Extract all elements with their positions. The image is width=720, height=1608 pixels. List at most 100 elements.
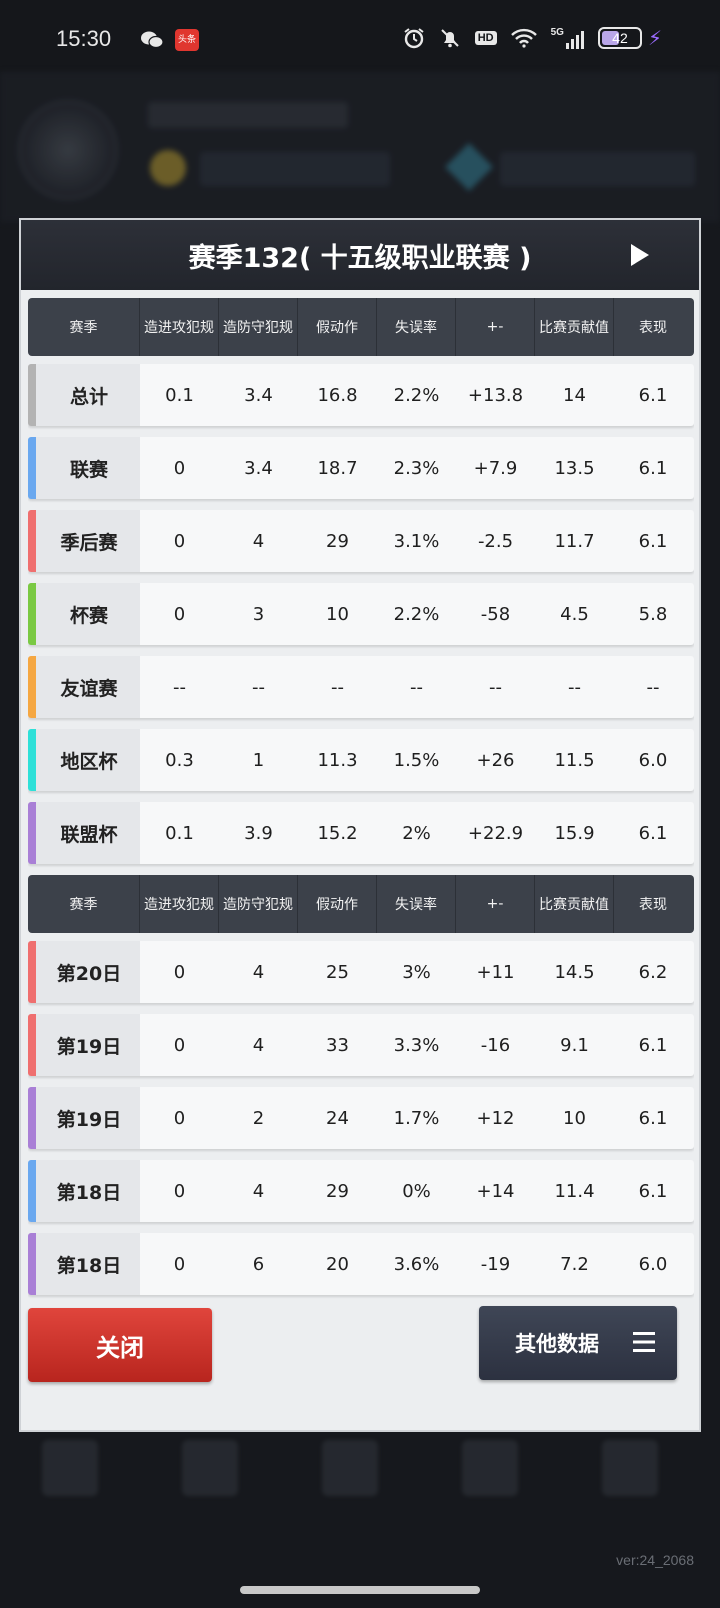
- dialog-title: 赛季132( 十五级职业联赛 ): [188, 243, 532, 274]
- table-cell: 0: [173, 1034, 186, 1056]
- table-cell: 15.9: [554, 822, 595, 844]
- table-cell: -2.5: [477, 530, 514, 552]
- table-row[interactable]: 地区杯 0.3 1 11.3 1.5% +26 11.5 6.0: [28, 729, 694, 791]
- row-accent-bar: [28, 583, 36, 645]
- table-row[interactable]: 第19日 0 2 24 1.7% +12 10 6.1: [28, 1087, 694, 1149]
- table-cell: --: [410, 676, 423, 698]
- row-label: 第19日: [28, 1014, 140, 1076]
- battery-icon: 42: [597, 27, 642, 49]
- table-cell: 0.1: [165, 384, 194, 406]
- game-header-row: 赛季 造进攻犯规 造防守犯规 假动作 失误率 +- 比赛贡献值 表现: [28, 875, 694, 933]
- table-cell: -19: [480, 1253, 511, 1275]
- table-cell: --: [173, 676, 186, 698]
- table-cell: 0: [173, 603, 186, 625]
- coin-icon: [150, 150, 186, 186]
- table-cell: -16: [480, 1034, 511, 1056]
- summary-header-row: 赛季 造进攻犯规 造防守犯规 假动作 失误率 +- 比赛贡献值 表现: [28, 298, 694, 356]
- column-header: 造防守犯规: [219, 298, 298, 356]
- column-header: 造进攻犯规: [140, 298, 219, 356]
- table-row[interactable]: 第18日 0 4 29 0% +14 11.4 6.1: [28, 1160, 694, 1222]
- table-cell: --: [331, 676, 344, 698]
- table-cell: 0: [173, 457, 186, 479]
- column-header: 比赛贡献值: [535, 298, 614, 356]
- table-cell: 6: [252, 1253, 265, 1275]
- table-cell: 6.1: [638, 457, 668, 479]
- dialog-title-bar: 赛季132( 十五级职业联赛 ): [21, 220, 699, 290]
- row-accent-bar: [28, 364, 36, 426]
- column-header: +-: [456, 298, 535, 356]
- table-cell: 16.8: [317, 384, 358, 406]
- home-indicator[interactable]: [240, 1586, 480, 1594]
- close-button[interactable]: 关闭: [28, 1308, 212, 1382]
- table-cell: 3.4: [244, 457, 273, 479]
- table-row[interactable]: 联盟杯 0.1 3.9 15.2 2% +22.9 15.9 6.1: [28, 802, 694, 864]
- signal-icon: 5G: [551, 27, 584, 49]
- other-data-button[interactable]: 其他数据: [479, 1306, 677, 1380]
- table-cell: 11.5: [554, 749, 595, 771]
- table-row[interactable]: 季后赛 0 4 29 3.1% -2.5 11.7 6.1: [28, 510, 694, 572]
- table-cell: 6.1: [638, 530, 668, 552]
- column-header: 造防守犯规: [219, 875, 298, 933]
- table-cell: 6.1: [638, 1180, 668, 1202]
- table-cell: 4: [252, 961, 265, 983]
- table-cell: 9.1: [560, 1034, 589, 1056]
- battery-level: 42: [612, 30, 628, 46]
- row-label: 第18日: [28, 1233, 140, 1295]
- table-cell: 3.9: [244, 822, 273, 844]
- table-cell: 0.1: [165, 822, 194, 844]
- row-accent-bar: [28, 1087, 36, 1149]
- table-cell: 15.2: [317, 822, 358, 844]
- table-cell: --: [489, 676, 502, 698]
- wifi-icon: [510, 28, 537, 48]
- column-header: 赛季: [28, 298, 140, 356]
- row-label: 联盟杯: [28, 802, 140, 864]
- table-cell: 7.2: [560, 1253, 589, 1275]
- table-row[interactable]: 联赛 0 3.4 18.7 2.3% +7.9 13.5 6.1: [28, 437, 694, 499]
- table-cell: 11.3: [317, 749, 358, 771]
- table-cell: +12: [476, 1107, 515, 1129]
- table-row[interactable]: 第18日 0 6 20 3.6% -19 7.2 6.0: [28, 1233, 694, 1295]
- table-cell: 4: [252, 530, 265, 552]
- table-row[interactable]: 杯赛 0 3 10 2.2% -58 4.5 5.8: [28, 583, 694, 645]
- table-cell: --: [568, 676, 581, 698]
- table-cell: 6.0: [638, 749, 668, 771]
- row-accent-bar: [28, 1014, 36, 1076]
- table-cell: 14.5: [554, 961, 595, 983]
- table-cell: 10: [563, 1107, 586, 1129]
- row-accent-bar: [28, 729, 36, 791]
- version-label: ver:24_2068: [616, 1552, 694, 1568]
- background-profile-header: [0, 72, 720, 222]
- coin-balance-box: [200, 152, 390, 186]
- table-cell: 2.2%: [393, 603, 440, 625]
- column-header: +-: [456, 875, 535, 933]
- table-cell: 2%: [402, 822, 431, 844]
- column-header: 赛季: [28, 875, 140, 933]
- table-cell: 14: [563, 384, 586, 406]
- table-row[interactable]: 友谊赛 -- -- -- -- -- -- --: [28, 656, 694, 718]
- table-cell: +26: [476, 749, 515, 771]
- table-cell: 29: [326, 530, 349, 552]
- table-cell: 10: [326, 603, 349, 625]
- gem-icon: [444, 142, 494, 192]
- table-row[interactable]: 总计 0.1 3.4 16.8 2.2% +13.8 14 6.1: [28, 364, 694, 426]
- play-icon[interactable]: [629, 242, 651, 268]
- charging-icon: ⚡: [647, 26, 662, 50]
- table-cell: --: [646, 676, 660, 698]
- table-row[interactable]: 第19日 0 4 33 3.3% -16 9.1 6.1: [28, 1014, 694, 1076]
- row-accent-bar: [28, 941, 36, 1003]
- table-row[interactable]: 第20日 0 4 25 3% +11 14.5 6.2: [28, 941, 694, 1003]
- status-bar: 15:30 头条 HD 5G 42 ⚡: [0, 0, 720, 72]
- table-cell: 3.3%: [393, 1034, 440, 1056]
- player-name-placeholder: [148, 102, 348, 128]
- hd-icon: HD: [474, 31, 497, 45]
- nav-icon: [602, 1440, 658, 1496]
- table-cell: +13.8: [467, 384, 524, 406]
- row-label: 第18日: [28, 1160, 140, 1222]
- row-label: 友谊赛: [28, 656, 140, 718]
- row-label: 杯赛: [28, 583, 140, 645]
- row-accent-bar: [28, 510, 36, 572]
- row-label: 联赛: [28, 437, 140, 499]
- table-cell: 24: [326, 1107, 349, 1129]
- stats-table[interactable]: 赛季 造进攻犯规 造防守犯规 假动作 失误率 +- 比赛贡献值 表现 总计 0.1…: [28, 298, 694, 1318]
- network-type-label: 5G: [550, 27, 564, 38]
